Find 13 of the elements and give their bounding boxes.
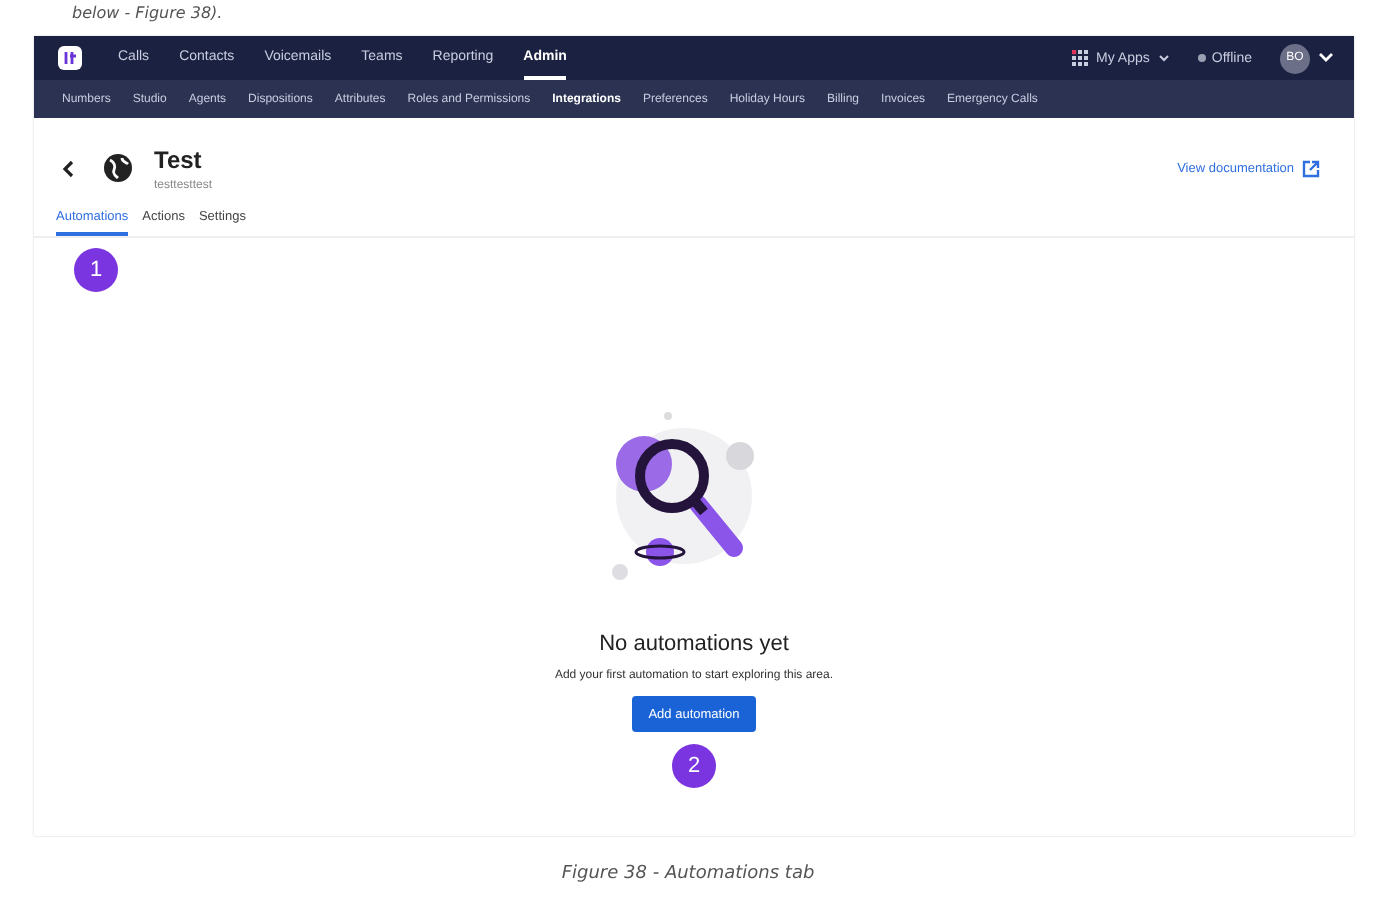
page-title: Test [154, 145, 204, 173]
empty-state-title: No automations yet [599, 632, 789, 656]
intro-text: below - Figure 38). [70, 2, 225, 26]
globe-icon [102, 152, 134, 184]
chevron-down-icon [1157, 54, 1170, 62]
grid-icon [1072, 50, 1089, 66]
app-logo-icon[interactable] [58, 46, 82, 70]
chevron-down-icon[interactable] [1318, 52, 1334, 64]
back-button[interactable] [62, 159, 74, 177]
callout-badge: 2 [672, 744, 716, 788]
figure-caption: Figure 38 - Automations tab [559, 864, 817, 884]
external-link-icon [1302, 159, 1320, 177]
callout-badge: 1 [74, 248, 118, 292]
